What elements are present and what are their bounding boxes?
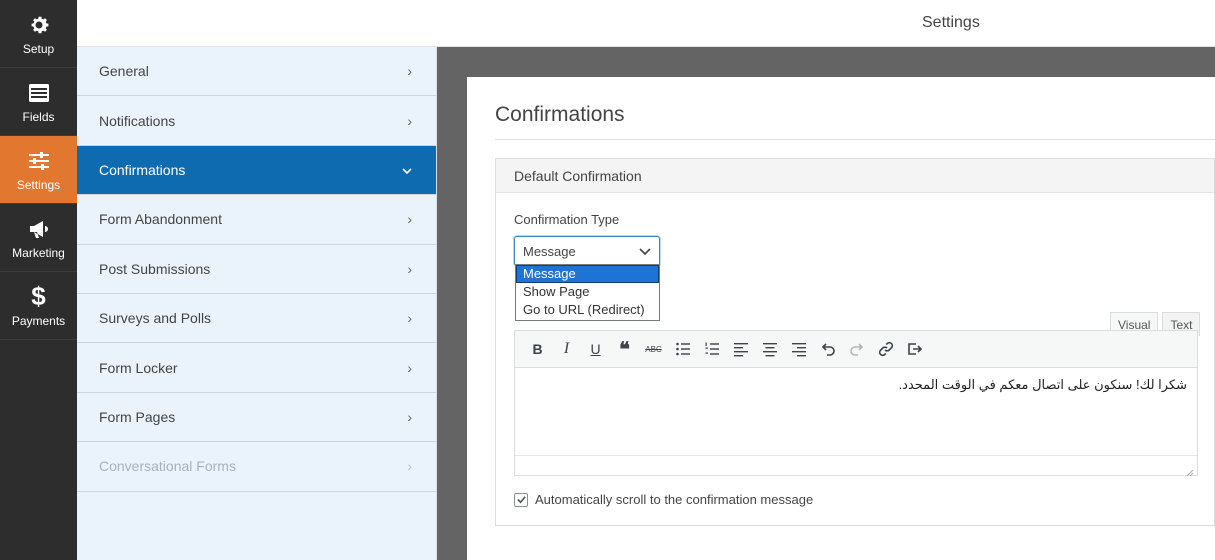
blockquote-icon[interactable]: ❝	[610, 335, 639, 363]
chevron-right-icon: ›	[407, 112, 412, 129]
fields-icon	[26, 80, 52, 106]
dropdown-option-message[interactable]: Message	[516, 265, 659, 283]
panel-label: Notifications	[99, 112, 176, 129]
panel-label: Conversational Forms	[99, 458, 236, 475]
nav-settings-label: Settings	[16, 177, 61, 192]
panel-post-submissions[interactable]: Post Submissions ›	[77, 245, 436, 294]
chevron-right-icon: ›	[407, 63, 412, 80]
panel-form-pages[interactable]: Form Pages ›	[77, 393, 436, 443]
section-title: Confirmations	[495, 103, 625, 126]
nav-setup-label: Setup	[22, 41, 55, 56]
autoscroll-checkbox[interactable]	[514, 492, 528, 507]
align-center-icon[interactable]	[755, 335, 784, 363]
editor-status-bar	[515, 455, 1197, 477]
editor-content[interactable]: شكرا لك! سنكون على اتصال معكم في الوقت ا…	[515, 369, 1197, 455]
fullscreen-icon[interactable]	[900, 335, 929, 363]
nav-payments[interactable]: $ Payments	[0, 272, 77, 340]
default-confirmation-box: Default Confirmation Confirmation Type M…	[495, 158, 1215, 526]
panel-conversational-forms[interactable]: Conversational Forms ›	[77, 442, 436, 492]
confirmation-type-dropdown: Message Show Page Go to URL (Redirect)	[515, 264, 660, 321]
megaphone-icon	[26, 216, 52, 242]
gear-icon	[26, 12, 52, 38]
panel-form-locker[interactable]: Form Locker ›	[77, 343, 436, 393]
nav-setup[interactable]: Setup	[0, 0, 77, 68]
panel-label: Form Pages	[99, 408, 176, 425]
strikethrough-icon[interactable]: ABC	[639, 335, 668, 363]
message-editor: B I U ❝ ABC شكرا لك! سنكون على اتصال معك…	[514, 330, 1198, 477]
resize-handle-icon[interactable]	[1186, 464, 1194, 477]
nav-payments-label: Payments	[11, 313, 66, 328]
panel-notifications[interactable]: Notifications ›	[77, 96, 436, 146]
checkmark-icon	[516, 496, 526, 504]
align-left-icon[interactable]	[726, 335, 755, 363]
panel-label: Confirmations	[99, 161, 186, 178]
panel-confirmations[interactable]: Confirmations	[77, 145, 436, 196]
autoscroll-label: Automatically scroll to the confirmation…	[535, 492, 814, 507]
chevron-right-icon: ›	[407, 260, 412, 277]
redo-icon[interactable]	[842, 335, 871, 363]
italic-icon[interactable]: I	[552, 335, 581, 363]
panel-label: Surveys and Polls	[99, 310, 212, 327]
editor-toolbar: B I U ❝ ABC	[515, 331, 1197, 368]
panel-general[interactable]: General ›	[77, 47, 436, 97]
dropdown-option-redirect[interactable]: Go to URL (Redirect)	[516, 301, 659, 319]
nav-fields-label: Fields	[22, 109, 55, 124]
confirmation-type-value: Message	[523, 243, 576, 259]
chevron-right-icon: ›	[407, 359, 412, 376]
confirmation-type-select[interactable]: Message	[514, 236, 660, 266]
panel-label: Form Locker	[99, 359, 178, 376]
panel-label: Post Submissions	[99, 260, 211, 277]
align-right-icon[interactable]	[784, 335, 813, 363]
panel-label: General	[99, 63, 149, 80]
section-divider	[495, 139, 1215, 140]
nav-fields[interactable]: Fields	[0, 68, 77, 136]
chevron-right-icon: ›	[407, 458, 412, 475]
underline-icon[interactable]: U	[581, 335, 610, 363]
numbered-list-icon[interactable]	[697, 335, 726, 363]
chevron-right-icon: ›	[407, 310, 412, 327]
autoscroll-option[interactable]: Automatically scroll to the confirmation…	[514, 492, 813, 507]
top-bar: Settings	[77, 0, 1215, 47]
chevron-right-icon: ›	[407, 408, 412, 425]
confirmations-card: Confirmations Default Confirmation Confi…	[467, 77, 1215, 560]
panel-form-abandonment[interactable]: Form Abandonment ›	[77, 195, 436, 245]
nav-settings[interactable]: Settings	[0, 136, 77, 204]
dollar-icon: $	[31, 281, 46, 311]
chevron-down-icon	[402, 162, 412, 178]
sliders-icon	[26, 148, 52, 174]
chevron-right-icon: ›	[407, 211, 412, 228]
undo-icon[interactable]	[813, 335, 842, 363]
builder-sidebar: Setup Fields Settings Marketing $ Paymen…	[0, 0, 77, 560]
panel-label: Form Abandonment	[99, 211, 222, 228]
box-title: Default Confirmation	[514, 167, 642, 184]
nav-marketing-label: Marketing	[12, 245, 65, 260]
settings-panel-list: General › Notifications › Confirmations …	[77, 47, 437, 560]
dropdown-option-show-page[interactable]: Show Page	[516, 283, 659, 301]
bold-icon[interactable]: B	[523, 335, 552, 363]
page-title: Settings	[922, 14, 980, 31]
confirmation-type-label: Confirmation Type	[514, 212, 620, 227]
bullet-list-icon[interactable]	[668, 335, 697, 363]
chevron-down-icon	[639, 244, 651, 259]
panel-surveys-and-polls[interactable]: Surveys and Polls ›	[77, 294, 436, 344]
nav-marketing[interactable]: Marketing	[0, 204, 77, 272]
default-confirmation-header[interactable]: Default Confirmation	[496, 159, 1214, 193]
link-icon[interactable]	[871, 335, 900, 363]
